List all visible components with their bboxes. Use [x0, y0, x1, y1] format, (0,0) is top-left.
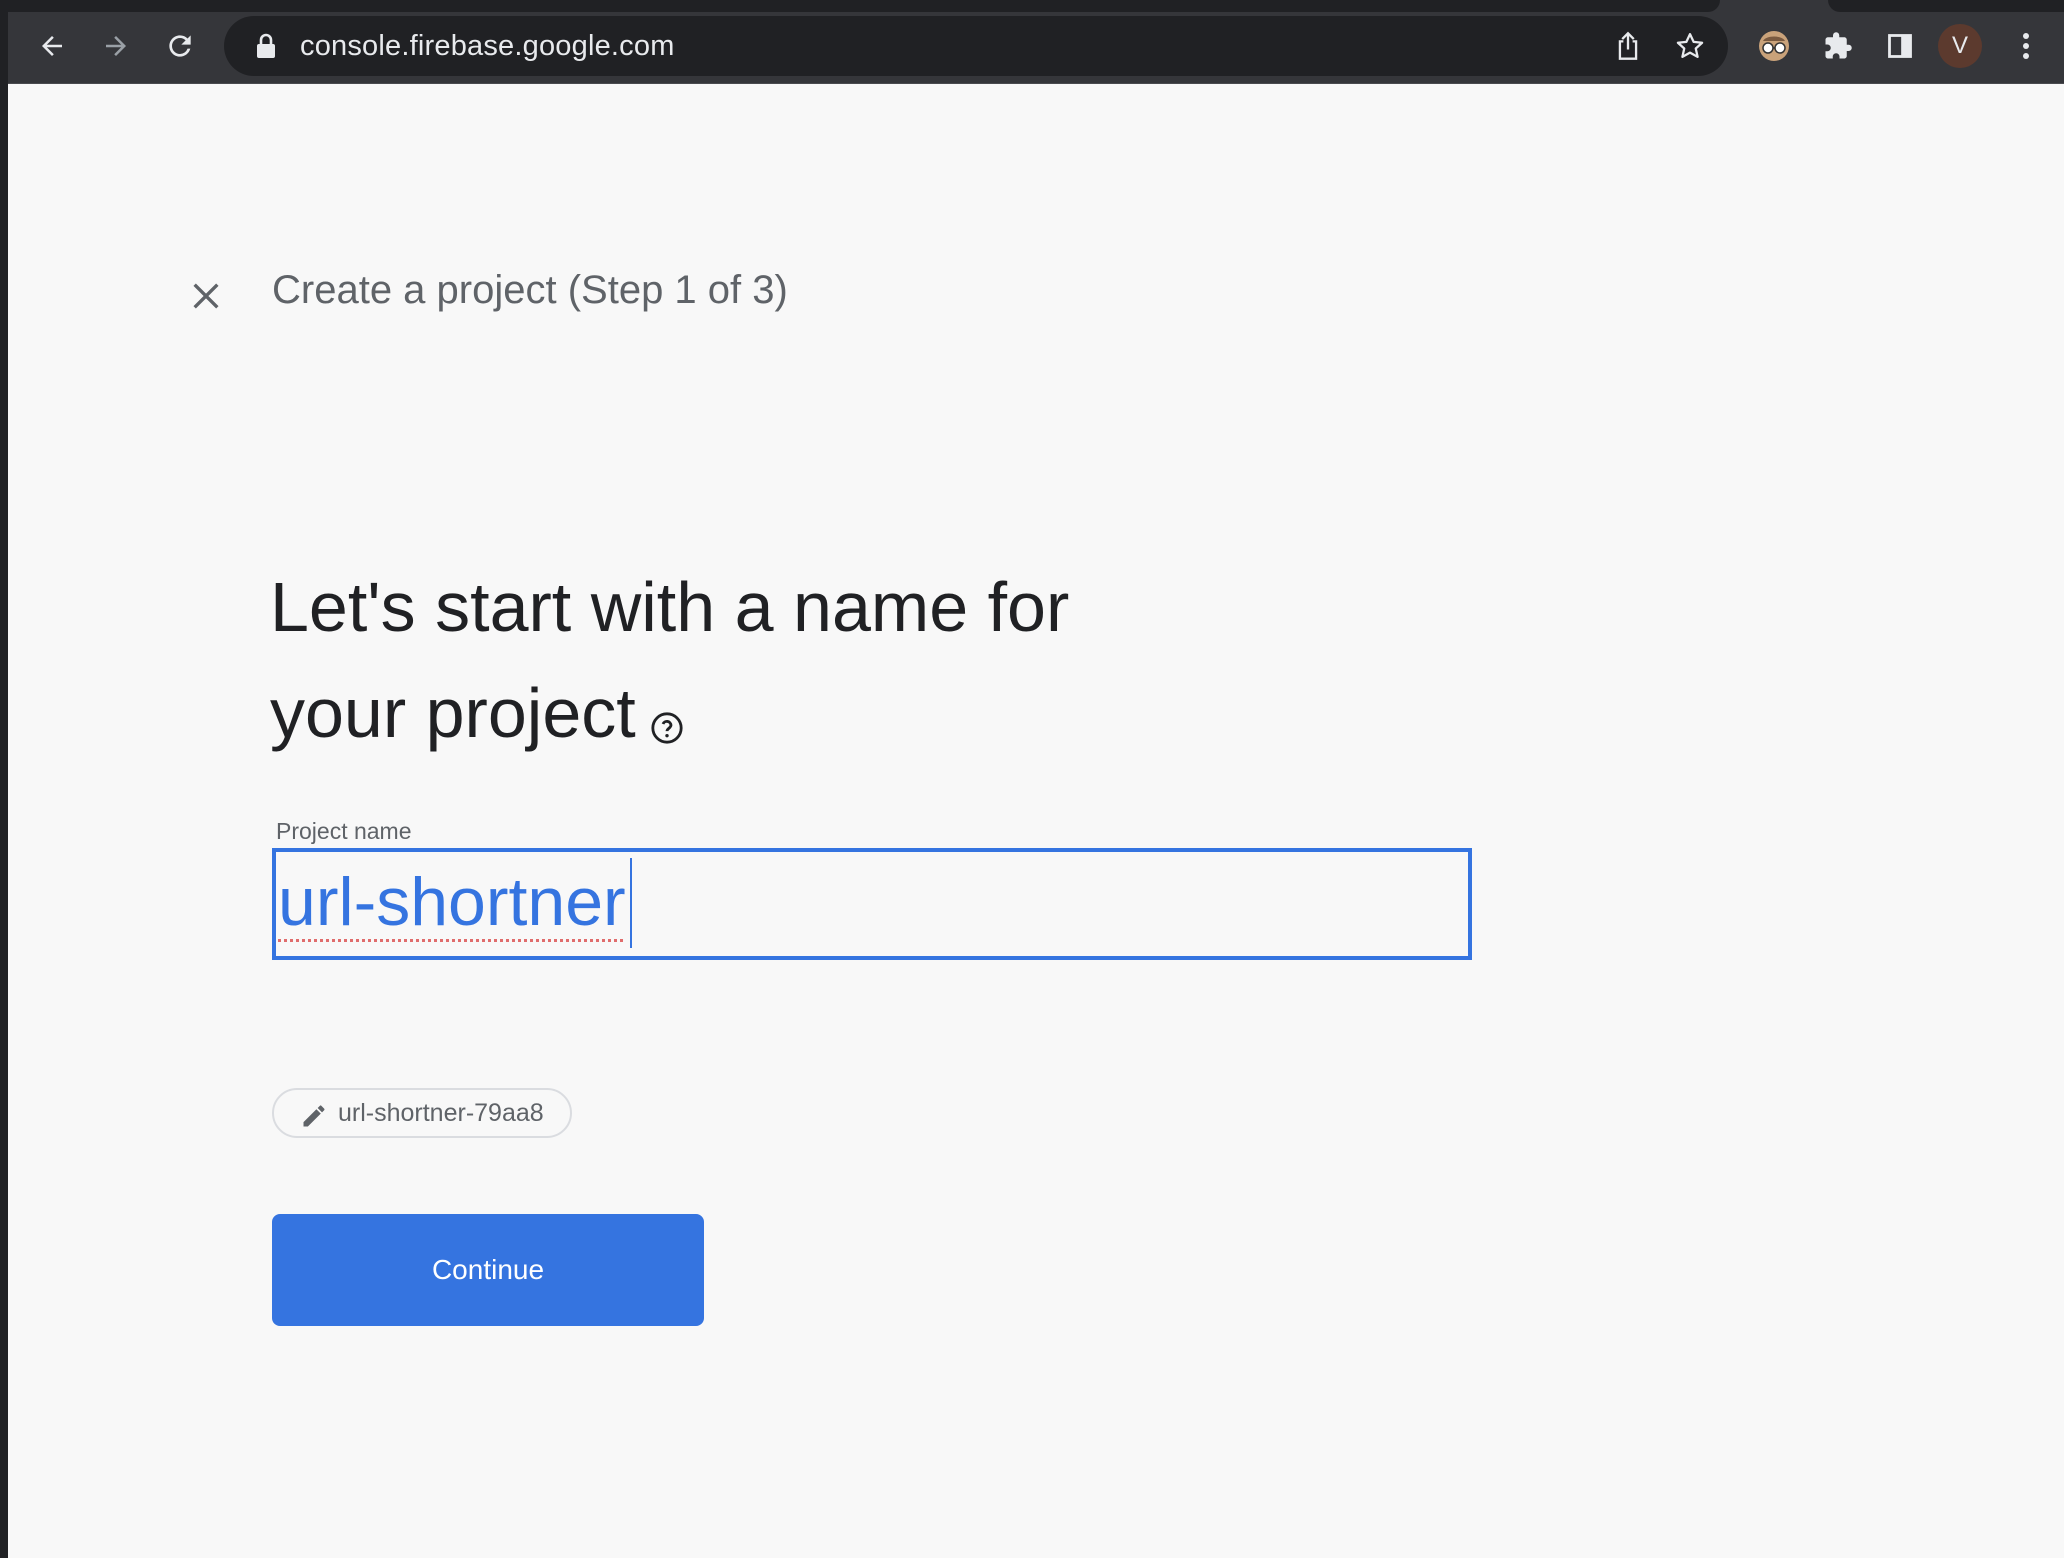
browser-window: console.firebase.google.com V Create a p… — [0, 0, 2064, 1558]
extensions-puzzle-icon — [1825, 32, 1852, 59]
url-text[interactable]: console.firebase.google.com — [300, 30, 675, 63]
forward-icon — [106, 36, 126, 56]
back-icon — [42, 36, 62, 56]
heading-line-2: your project — [270, 674, 636, 752]
reload-button[interactable] — [156, 22, 204, 70]
extension-button[interactable] — [1750, 22, 1798, 70]
lock-icon[interactable] — [254, 32, 278, 60]
reload-icon — [169, 35, 191, 57]
project-name-label: Project name — [276, 818, 412, 844]
address-bar[interactable]: console.firebase.google.com — [224, 16, 1728, 76]
bookmark-star-icon — [1676, 33, 1704, 58]
text-caret — [630, 858, 632, 948]
share-button[interactable] — [1608, 26, 1648, 66]
project-id-chip[interactable]: url-shortner-79aa8 — [272, 1088, 572, 1138]
project-name-input[interactable]: url-shortner — [272, 848, 1472, 960]
bookmark-button[interactable] — [1670, 26, 1710, 66]
project-name-value[interactable]: url-shortner — [278, 854, 626, 950]
side-panel-button[interactable] — [1876, 22, 1924, 70]
close-button[interactable] — [178, 268, 234, 324]
tab-strip — [8, 0, 1720, 12]
more-menu-icon — [2023, 33, 2029, 59]
pencil-icon — [303, 1105, 325, 1127]
forward-button[interactable] — [92, 22, 140, 70]
continue-button[interactable]: Continue — [272, 1214, 704, 1326]
project-id-text: url-shortner-79aa8 — [338, 1098, 544, 1127]
firebase-create-project-page: Create a project (Step 1 of 3) Let's sta… — [8, 84, 2064, 1558]
help-icon[interactable] — [650, 668, 684, 774]
profile-avatar[interactable]: V — [1938, 24, 1982, 68]
heading-line-1: Let's start with a name for — [270, 568, 1070, 646]
step-title: Create a project (Step 1 of 3) — [272, 268, 788, 312]
side-panel-icon — [1888, 34, 1912, 58]
share-icon — [1618, 31, 1638, 60]
back-button[interactable] — [28, 22, 76, 70]
tab-strip-right — [1828, 0, 2064, 12]
browser-toolbar: console.firebase.google.com V — [8, 0, 2064, 84]
more-menu-button[interactable] — [2002, 22, 2050, 70]
close-icon — [193, 283, 219, 309]
page-heading: Let's start with a name for your project — [270, 554, 1270, 774]
incognito-extension-icon — [1759, 31, 1789, 61]
extensions-button[interactable] — [1814, 22, 1862, 70]
